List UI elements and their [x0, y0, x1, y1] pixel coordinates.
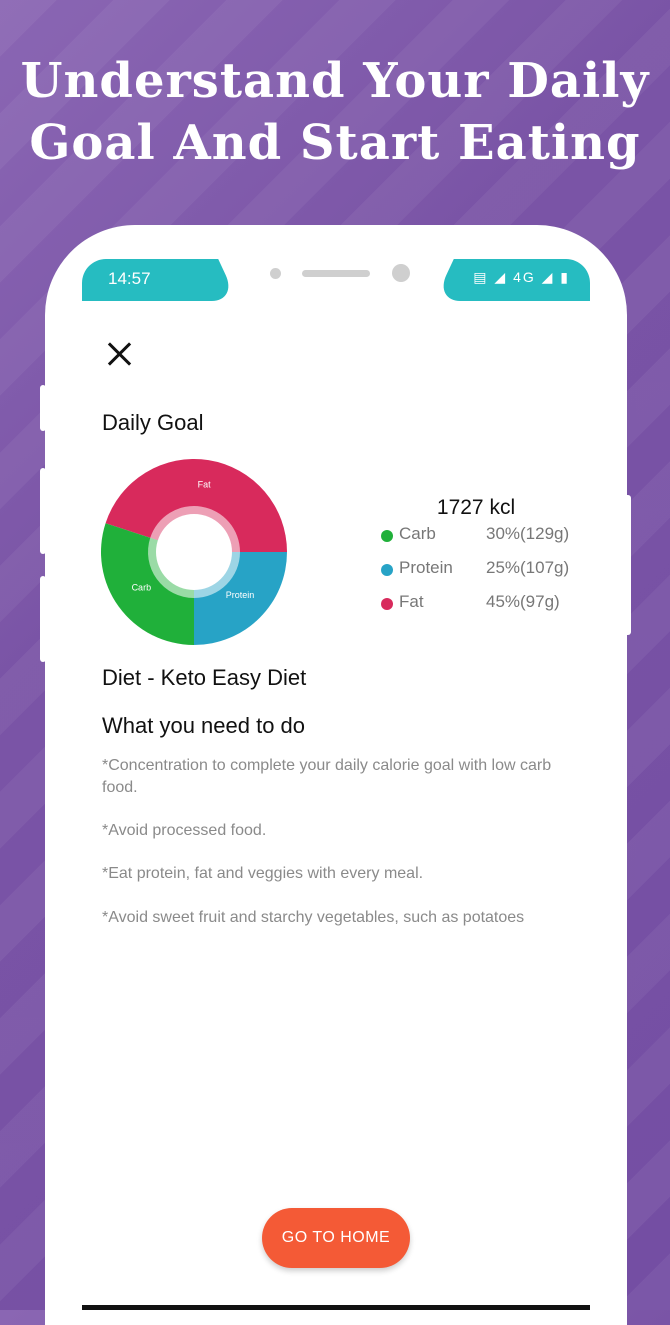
instruction-1: *Concentration to complete your daily ca… [102, 757, 552, 796]
headline: Understand Your Daily Goal And Start Eat… [0, 50, 670, 174]
chart-label-protein: Protein [226, 590, 255, 600]
legend-dot [381, 564, 393, 576]
status-time: 14:57 [108, 269, 151, 288]
signal-battery-icons: ▤ ◢ 4G ◢ ▮ [473, 269, 570, 285]
legend-name: Fat [399, 592, 424, 611]
legend-name: Protein [399, 558, 453, 577]
chart-label-carb: Carb [132, 582, 152, 592]
legend-value: 25%(107g) [486, 558, 570, 577]
legend-value: 30%(129g) [486, 524, 570, 543]
speaker-icon [302, 270, 370, 277]
total-calories: 1727 kcl [436, 496, 516, 519]
legend-item-carb: Carb 30%(129g) [381, 524, 581, 548]
legend-name: Carb [399, 524, 436, 543]
headline-line-2: Goal And Start Eating [29, 115, 641, 171]
bottom-nav-bar [82, 1305, 590, 1310]
legend-item-protein: Protein 25%(107g) [381, 558, 581, 582]
headline-line-1: Understand Your Daily [20, 53, 650, 109]
go-to-home-button[interactable]: GO TO HOME [262, 1208, 410, 1268]
legend-value: 45%(97g) [486, 592, 560, 611]
instruction-4: *Avoid sweet fruit and starchy vegetable… [102, 909, 525, 926]
daily-goal-title: Daily Goal [102, 410, 204, 435]
todo-title: What you need to do [102, 713, 306, 738]
camera-icon [392, 264, 410, 282]
legend-item-fat: Fat 45%(97g) [381, 592, 581, 616]
legend-dot [381, 598, 393, 610]
sensor-icon [270, 268, 281, 279]
chart-hole [156, 514, 232, 590]
close-icon[interactable] [106, 340, 134, 368]
instruction-3: *Eat protein, fat and veggies with every… [102, 865, 424, 882]
chart-label-fat: Fat [198, 480, 212, 490]
instruction-2: *Avoid processed food. [102, 822, 267, 839]
legend-dot [381, 530, 393, 542]
macro-donut-chart: Fat Carb Protein [100, 459, 287, 645]
diet-title: Diet - Keto Easy Diet [102, 665, 307, 690]
status-bar: 14:57 ▤ ◢ 4G ◢ ▮ [82, 259, 590, 301]
